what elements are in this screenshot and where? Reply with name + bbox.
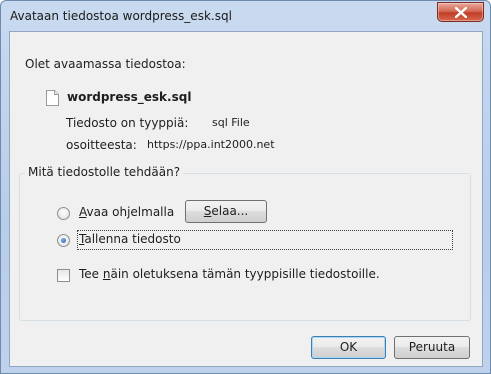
remember-pre: Tee	[79, 267, 103, 281]
title-bar[interactable]: Avataan tiedostoa wordpress_esk.sql	[1, 1, 490, 31]
close-button[interactable]	[437, 2, 484, 22]
save-file-label-text: allenna tiedosto	[84, 232, 181, 246]
file-icon	[46, 90, 59, 106]
open-with-label[interactable]: Avaa ohjelmalla	[79, 205, 174, 219]
remember-choice-label[interactable]: Tee näin oletuksena tämän tyyppisille ti…	[79, 267, 380, 281]
dialog-title: Avataan tiedostoa wordpress_esk.sql	[10, 9, 232, 23]
intro-text: Olet avaamassa tiedostoa:	[25, 57, 186, 71]
save-file-label[interactable]: Tallenna tiedosto	[79, 232, 181, 246]
source-value: https://ppa.int2000.net	[147, 138, 275, 151]
action-group-legend: Mitä tiedostolle tehdään?	[25, 165, 184, 179]
browse-button[interactable]: Selaa...	[185, 200, 267, 223]
open-with-radio[interactable]	[57, 207, 70, 220]
source-label: osoitteesta:	[66, 138, 137, 152]
file-type-label: Tiedosto on tyyppiä:	[66, 116, 189, 130]
save-dialog-window: Avataan tiedostoa wordpress_esk.sql Olet…	[0, 0, 491, 374]
open-with-label-text: vaa ohjelmalla	[86, 205, 175, 219]
ok-button[interactable]: OK	[311, 336, 386, 359]
close-icon	[455, 7, 467, 18]
cancel-button[interactable]: Peruuta	[394, 336, 470, 359]
open-with-accel: A	[79, 205, 87, 219]
remember-rest: äin oletuksena tämän tyyppisille tiedost…	[110, 267, 380, 281]
save-file-radio[interactable]	[57, 234, 70, 247]
file-name: wordpress_esk.sql	[67, 90, 192, 104]
file-type-value: sql File	[212, 116, 250, 129]
browse-label: elaa...	[211, 204, 249, 218]
remember-choice-checkbox[interactable]	[57, 269, 70, 282]
